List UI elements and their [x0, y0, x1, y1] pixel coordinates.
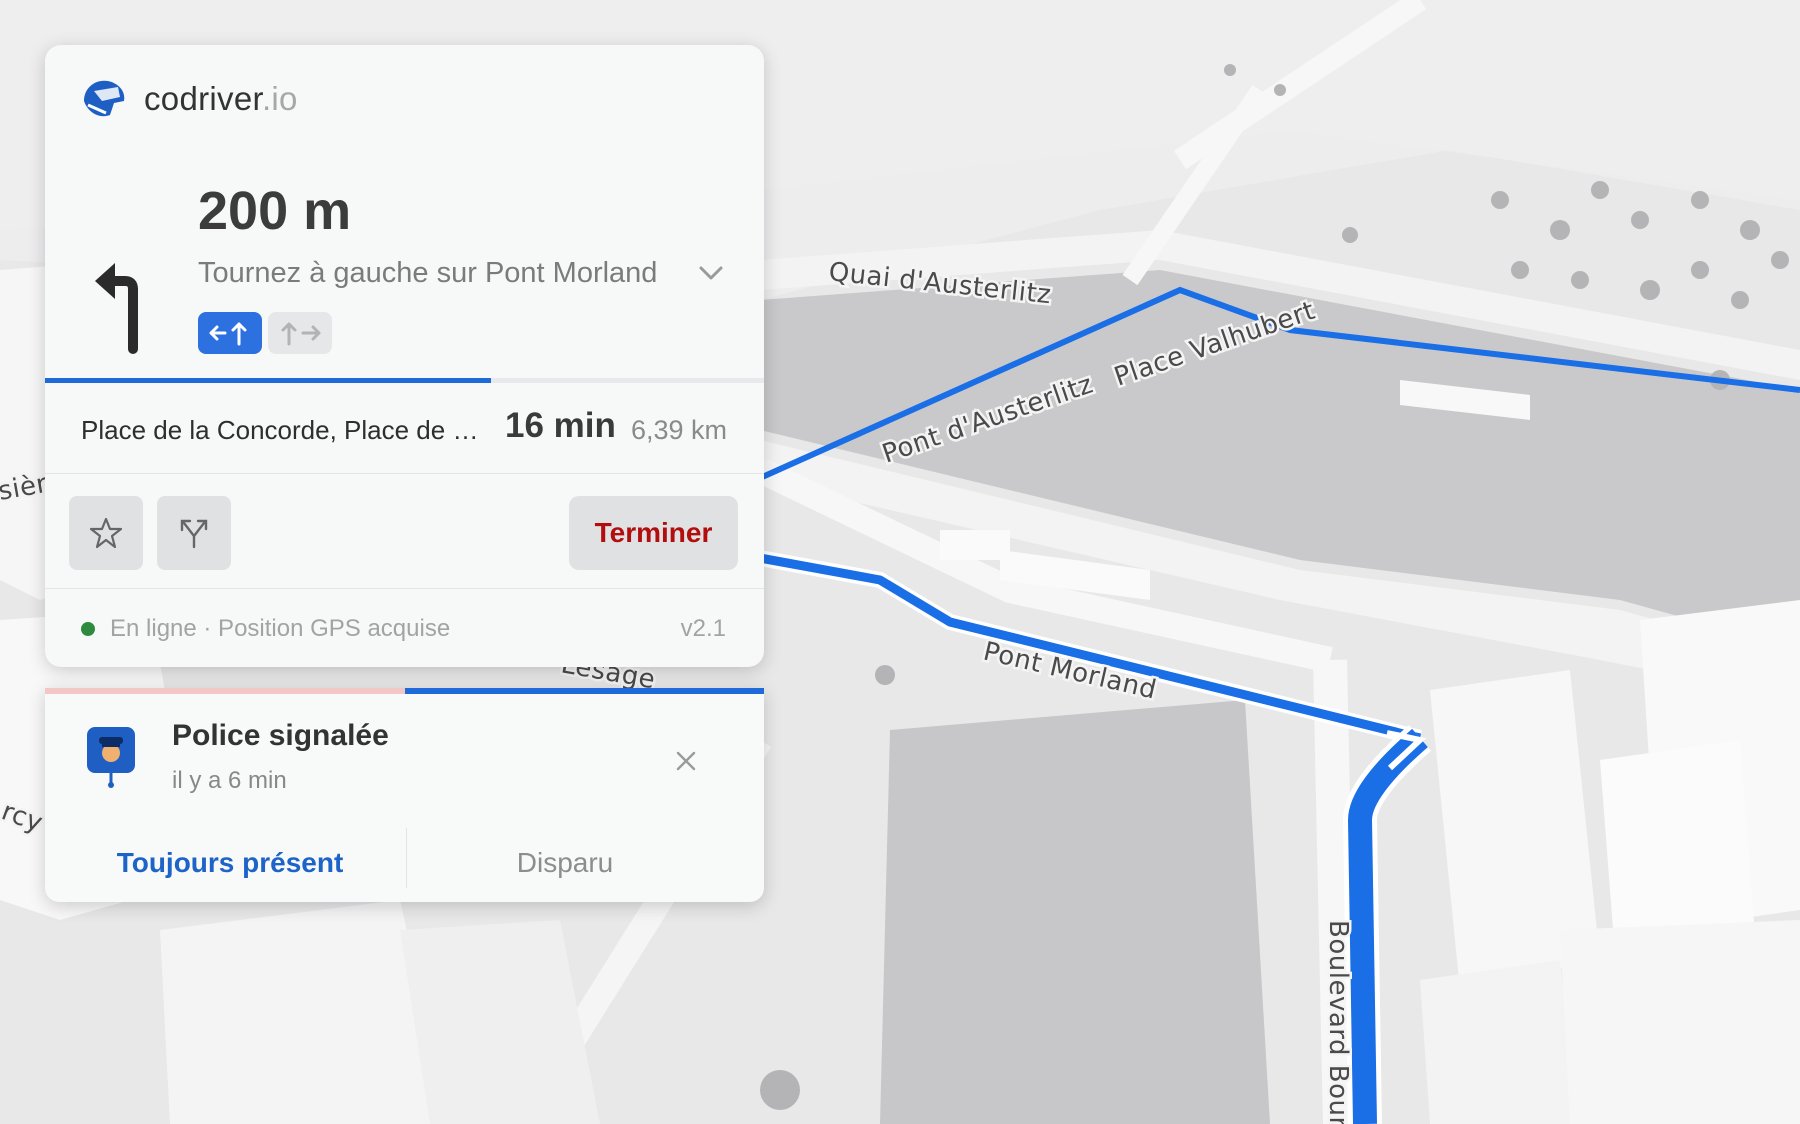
helmet-icon: [84, 80, 125, 117]
hazard-alert-card: Police signalée il y a 6 min Toujours pr…: [45, 688, 764, 902]
maneuver-instruction: Tournez à gauche sur Pont Morland: [198, 257, 658, 289]
alert-timer-bar: [45, 688, 764, 694]
alert-title: Police signalée: [172, 719, 389, 752]
street-label: Boulevard Bour: [1323, 920, 1353, 1124]
divider: [45, 588, 764, 589]
route-options-button[interactable]: [157, 496, 231, 570]
report-gone-button[interactable]: Disparu: [425, 833, 705, 893]
app-version: v2.1: [680, 615, 726, 642]
end-navigation-button[interactable]: Terminer: [569, 496, 738, 570]
close-icon: [676, 751, 696, 771]
brand-name: codriver.io: [144, 80, 298, 117]
alert-time: il y a 6 min: [172, 767, 287, 794]
online-status-indicator: [81, 622, 95, 636]
star-icon: [89, 517, 123, 549]
lane-left-straight-icon: [198, 312, 262, 354]
maneuver-progress-bar: [45, 378, 764, 383]
divider: [406, 828, 407, 888]
maneuver-progress-fill: [45, 378, 491, 383]
close-alert-button[interactable]: [668, 743, 704, 779]
destination-name: Place de la Concorde, Place de la Concor…: [81, 415, 481, 445]
lane-guidance: [198, 312, 332, 354]
lane-straight-right-icon: [268, 312, 332, 354]
trip-distance: 6,39 km: [631, 415, 728, 445]
trip-eta: 16 min: [505, 406, 616, 445]
confirm-still-present-button[interactable]: Toujours présent: [90, 833, 370, 893]
navigation-panel: codriver.io 200 m Tournez à gauche sur P…: [45, 45, 764, 667]
police-officer-icon: [87, 727, 135, 788]
route-fork-icon: [180, 519, 208, 549]
brand-logo: codriver.io: [80, 75, 298, 123]
favorite-button[interactable]: [69, 496, 143, 570]
divider: [45, 473, 764, 474]
chevron-down-icon[interactable]: [695, 257, 727, 289]
turn-left-arrow-icon: [95, 263, 138, 354]
basin: [880, 700, 1270, 1124]
maneuver-distance: 200 m: [198, 181, 352, 241]
alert-timer-fill: [404, 688, 764, 694]
connection-status: En ligne · Position GPS acquise: [110, 615, 451, 642]
